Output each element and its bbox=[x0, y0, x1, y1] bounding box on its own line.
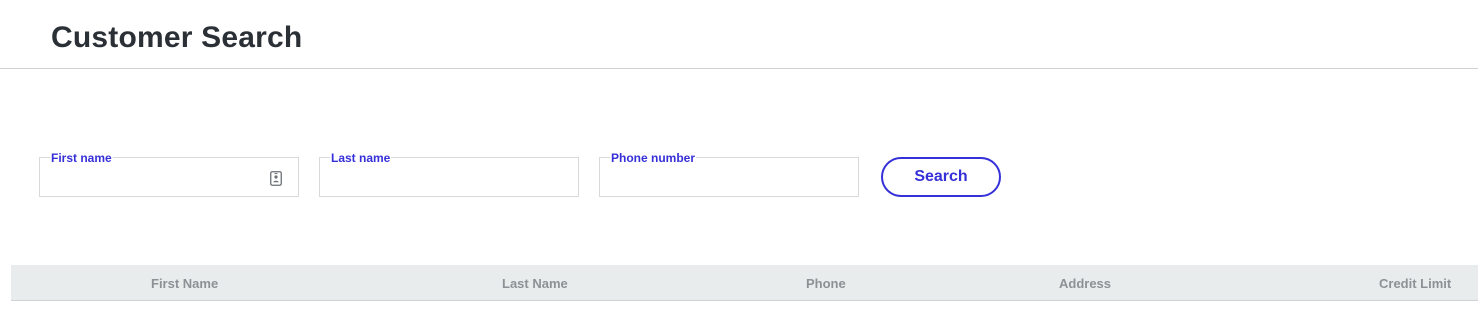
last-name-input[interactable] bbox=[330, 170, 550, 192]
column-header-address[interactable]: Address bbox=[1059, 276, 1111, 291]
page-title: Customer Search bbox=[51, 21, 303, 54]
customer-search-page: Customer Search First name Last name Pho… bbox=[0, 0, 1478, 324]
last-name-label: Last name bbox=[330, 151, 392, 165]
phone-number-label: Phone number bbox=[610, 151, 697, 165]
first-name-field[interactable]: First name bbox=[39, 151, 299, 197]
contact-card-icon[interactable] bbox=[270, 171, 282, 186]
first-name-input[interactable] bbox=[50, 170, 250, 192]
results-table-header: First Name Last Name Phone Address Credi… bbox=[11, 265, 1478, 301]
last-name-field[interactable]: Last name bbox=[319, 151, 579, 197]
phone-number-input[interactable] bbox=[610, 170, 830, 192]
column-header-last-name[interactable]: Last Name bbox=[502, 276, 568, 291]
phone-number-field[interactable]: Phone number bbox=[599, 151, 859, 197]
column-header-first-name[interactable]: First Name bbox=[151, 276, 218, 291]
search-button[interactable]: Search bbox=[881, 157, 1001, 197]
page-header: Customer Search bbox=[0, 0, 1478, 69]
column-header-phone[interactable]: Phone bbox=[806, 276, 846, 291]
first-name-label: First name bbox=[50, 151, 113, 165]
column-header-credit-limit[interactable]: Credit Limit bbox=[1379, 276, 1451, 291]
